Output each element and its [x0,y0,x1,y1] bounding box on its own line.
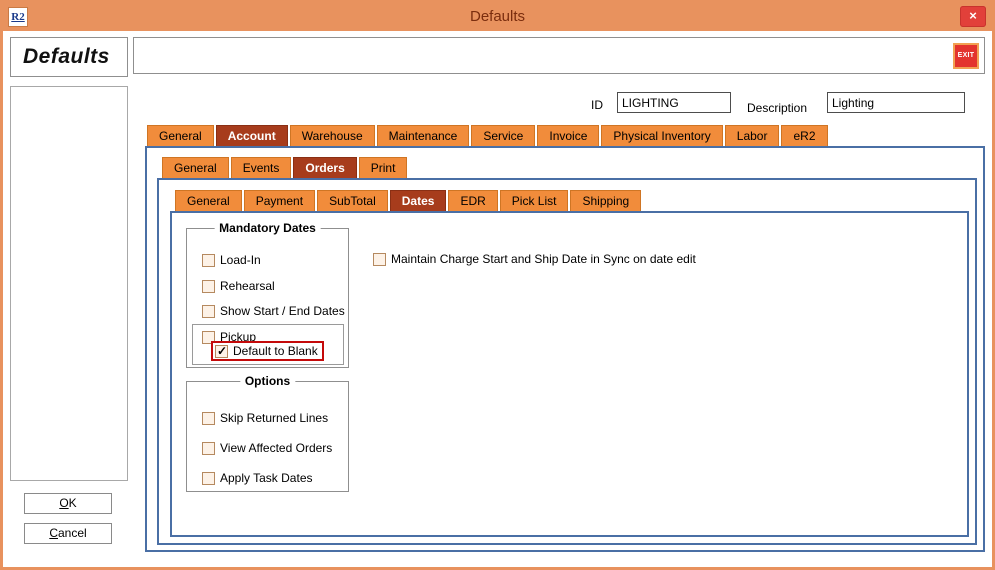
id-label: ID [591,98,603,112]
tab-orders-general[interactable]: General [175,190,242,211]
description-label: Description [747,101,808,115]
tab-account[interactable]: Account [215,125,288,146]
tab-orders[interactable]: Orders [293,157,357,178]
id-input[interactable] [617,92,731,113]
cancel-button[interactable]: Cancel [24,523,112,544]
view-affected-label[interactable]: View Affected Orders [220,441,332,455]
tab-er2[interactable]: eR2 [781,125,828,146]
sync-label[interactable]: Maintain Charge Start and Ship Date in S… [391,252,696,266]
apply-task-checkbox[interactable] [202,471,215,485]
cancel-button-label: Cancel [49,526,87,540]
skip-returned-checkbox[interactable] [202,411,215,425]
load-in-checkbox[interactable] [202,253,215,267]
apply-task-label[interactable]: Apply Task Dates [220,471,313,485]
tab-events[interactable]: Events [230,157,292,178]
tab-edr[interactable]: EDR [448,190,498,211]
ok-button-label: OK [59,496,77,510]
header-toolbar: EXIT [133,37,985,74]
checkbox-row-sync[interactable]: Maintain Charge Start and Ship Date in S… [373,252,696,266]
titlebar: R2 Defaults × [3,3,992,31]
tab-labor[interactable]: Labor [724,125,780,146]
tab-maintenance[interactable]: Maintenance [376,125,470,146]
default-to-blank-checkbox[interactable] [215,344,228,358]
tab-subtotal[interactable]: SubTotal [317,190,388,211]
tab-invoice[interactable]: Invoice [537,125,600,146]
sidebar-title-box: Defaults [10,37,128,77]
tab-pick-list[interactable]: Pick List [499,190,569,211]
show-start-end-label[interactable]: Show Start / End Dates [220,304,345,318]
tab-print[interactable]: Print [358,157,408,178]
show-start-end-checkbox[interactable] [202,304,215,318]
checkbox-row-skip-returned[interactable]: Skip Returned Lines [202,411,328,425]
checkbox-row-show-start-end[interactable]: Show Start / End Dates [202,304,345,318]
view-affected-checkbox[interactable] [202,441,215,455]
tab-general[interactable]: General [147,125,214,146]
checkbox-row-load-in[interactable]: Load-In [202,253,261,267]
tab-account-general[interactable]: General [162,157,229,178]
tab-service[interactable]: Service [471,125,536,146]
load-in-label[interactable]: Load-In [220,253,261,267]
tabs-level3: General Payment SubTotal Dates EDR Pick … [175,190,642,211]
default-to-blank-label[interactable]: Default to Blank [233,344,318,358]
checkbox-row-apply-task[interactable]: Apply Task Dates [202,471,313,485]
tabs-level1: General Account Warehouse Maintenance Se… [147,125,828,146]
sidebar-list-panel [10,86,128,481]
options-groupbox: Options Skip Returned Lines View Affecte… [186,374,349,492]
description-input[interactable] [827,92,965,113]
tab-payment[interactable]: Payment [243,190,316,211]
skip-returned-label[interactable]: Skip Returned Lines [220,411,328,425]
sync-checkbox[interactable] [373,252,386,266]
tabs-level2: General Events Orders Print [162,157,408,178]
exit-button[interactable]: EXIT [953,43,979,69]
page-title: Defaults [23,45,110,68]
defaults-window: R2 Defaults × Defaults OK Cancel EXIT ID… [0,0,995,570]
tab-physical-inventory[interactable]: Physical Inventory [601,125,723,146]
close-button[interactable]: × [960,6,986,27]
rehearsal-label[interactable]: Rehearsal [220,279,275,293]
mandatory-dates-legend: Mandatory Dates [214,221,321,235]
ok-button[interactable]: OK [24,493,112,514]
tab-warehouse[interactable]: Warehouse [289,125,375,146]
mandatory-dates-groupbox: Mandatory Dates Load-In Rehearsal Show S… [186,221,349,368]
tab-shipping[interactable]: Shipping [570,190,642,211]
default-to-blank-highlight: Default to Blank [211,341,324,361]
options-legend: Options [239,374,296,388]
window-title: Defaults [469,8,526,25]
checkbox-row-view-affected[interactable]: View Affected Orders [202,441,332,455]
checkbox-row-rehearsal[interactable]: Rehearsal [202,279,275,293]
tab-dates[interactable]: Dates [389,190,447,211]
rehearsal-checkbox[interactable] [202,279,215,293]
